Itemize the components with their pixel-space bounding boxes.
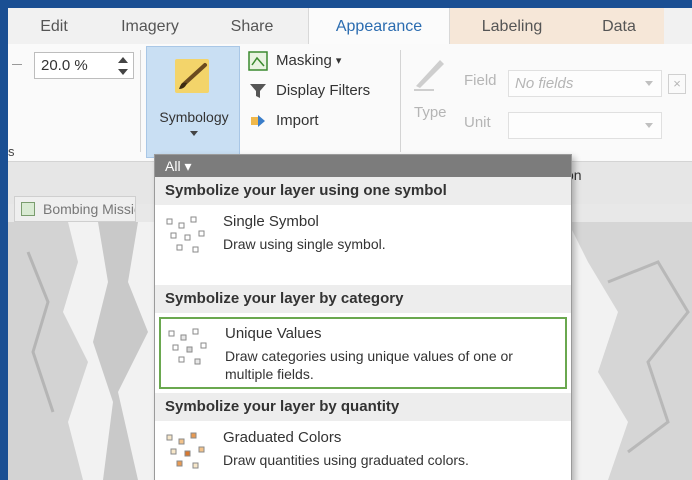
masking-icon: [248, 51, 268, 71]
transparency-spinner[interactable]: 20.0 %: [34, 52, 134, 79]
import-button[interactable]: Import: [246, 108, 319, 134]
symbology-menu: All ▾ Symbolize your layer using one sym…: [154, 154, 572, 480]
tab-share[interactable]: Share: [214, 8, 290, 44]
ribbon: 20.0 % s Symbology Masking ▾ Display Fil…: [8, 44, 692, 162]
menu-item-unique-values[interactable]: Unique Values Draw categories using uniq…: [159, 317, 567, 389]
symbology-button[interactable]: Symbology: [146, 46, 240, 158]
menu-filter-bar[interactable]: All ▾: [155, 155, 571, 177]
field-label: Field: [464, 72, 497, 89]
group-label-left: s: [8, 144, 15, 159]
menu-section-header: Symbolize your layer by category: [155, 285, 571, 313]
import-icon: [251, 115, 265, 127]
group-separator: [140, 50, 141, 152]
single-symbol-icon: [166, 216, 205, 253]
chevron-down-icon: [190, 131, 198, 136]
masking-label: Masking: [276, 52, 332, 69]
field-dropdown[interactable]: No fields: [508, 70, 662, 97]
menu-item-title: Unique Values: [225, 325, 322, 342]
map-tab-label: Bombing Missions: [43, 201, 135, 217]
menu-section-header: Symbolize your layer using one symbol: [155, 177, 571, 205]
tab-appearance[interactable]: Appearance: [308, 8, 450, 44]
group-separator: [400, 50, 401, 152]
chevron-down-icon: ▾: [335, 55, 342, 68]
import-label: Import: [276, 112, 319, 129]
menu-item-desc: Draw categories using unique values of o…: [225, 348, 513, 382]
funnel-icon: [250, 84, 266, 98]
menu-filter-label[interactable]: All ▾: [165, 157, 191, 175]
unit-dropdown[interactable]: [508, 112, 662, 139]
menu-item-title: Single Symbol: [223, 213, 319, 230]
display-filters-label: Display Filters: [276, 82, 371, 99]
app-window: Edit Imagery Share Appearance Labeling D…: [8, 8, 692, 480]
graduated-colors-icon: [166, 432, 205, 469]
menu-item-desc: Draw using single symbol.: [223, 236, 386, 252]
menu-item-title: Graduated Colors: [223, 429, 342, 446]
ribbon-tabs: Edit Imagery Share Appearance Labeling D…: [8, 8, 692, 44]
menu-section-header: Symbolize your layer by quantity: [155, 393, 571, 421]
tab-labeling[interactable]: Labeling: [450, 8, 574, 44]
field-value: No fields: [515, 75, 574, 92]
chevron-down-icon: [645, 123, 653, 128]
unique-values-icon: [168, 328, 207, 365]
tab-edit[interactable]: Edit: [22, 8, 86, 44]
masking-button[interactable]: Masking ▾: [246, 48, 341, 74]
menu-item-single-symbol[interactable]: Single Symbol Draw using single symbol.: [159, 207, 567, 267]
spinner-arrows-icon[interactable]: [118, 57, 128, 75]
pen-icon: [414, 60, 444, 91]
map-icon: [21, 202, 35, 216]
type-label: Type: [414, 104, 447, 121]
paintbrush-icon: [175, 59, 209, 93]
unit-label: Unit: [464, 114, 491, 131]
tab-data[interactable]: Data: [574, 8, 664, 44]
menu-item-graduated-colors[interactable]: Graduated Colors Draw quantities using g…: [159, 423, 567, 480]
menu-item-desc: Draw quantities using graduated colors.: [223, 452, 469, 468]
close-button[interactable]: ×: [668, 74, 686, 94]
symbology-label: Symbology: [159, 109, 229, 125]
map-tab[interactable]: Bombing Missions: [14, 196, 136, 222]
chevron-down-icon: [645, 81, 653, 86]
tab-imagery[interactable]: Imagery: [104, 8, 196, 44]
display-filters-button[interactable]: Display Filters: [246, 78, 370, 104]
transparency-value: 20.0 %: [41, 57, 88, 74]
slider-track[interactable]: [12, 64, 22, 65]
